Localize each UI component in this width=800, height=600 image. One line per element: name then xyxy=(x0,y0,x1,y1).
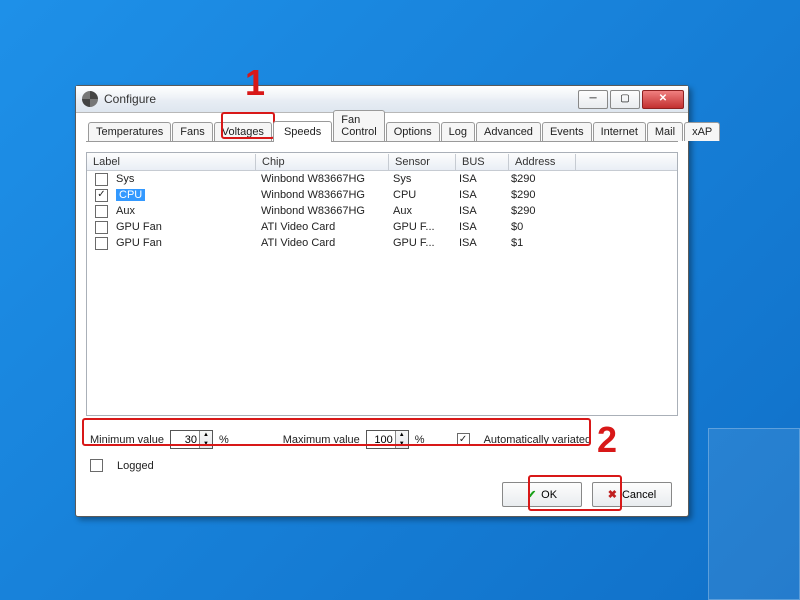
desktop: Configure ─ ▢ ✕ TemperaturesFansVoltages… xyxy=(0,0,800,600)
tab-fans[interactable]: Fans xyxy=(172,122,212,141)
row-address: $290 xyxy=(505,205,571,217)
row-address: $1 xyxy=(505,237,571,249)
row-sensor: GPU F... xyxy=(387,221,453,233)
row-bus: ISA xyxy=(453,237,505,249)
col-sensor[interactable]: Sensor xyxy=(389,154,456,170)
min-value-label: Minimum value xyxy=(90,434,164,446)
logged-label: Logged xyxy=(117,460,154,472)
max-value-spinner[interactable]: ▲▼ xyxy=(366,430,409,449)
row-bus: ISA xyxy=(453,205,505,217)
ok-button[interactable]: ✔ OK xyxy=(502,482,582,507)
row-chip: Winbond W83667HG xyxy=(255,189,387,201)
titlebar[interactable]: Configure ─ ▢ ✕ xyxy=(76,86,688,113)
row-label: CPU xyxy=(116,189,145,201)
tab-fan-control[interactable]: Fan Control xyxy=(333,110,384,141)
window-title: Configure xyxy=(104,92,578,106)
row-label: GPU Fan xyxy=(116,237,162,249)
row-sensor: GPU F... xyxy=(387,237,453,249)
row-chip: Winbond W83667HG xyxy=(255,205,387,217)
tab-advanced[interactable]: Advanced xyxy=(476,122,541,141)
minimize-button[interactable]: ─ xyxy=(578,90,608,109)
row-label: GPU Fan xyxy=(116,221,162,233)
tab-log[interactable]: Log xyxy=(441,122,475,141)
row-checkbox[interactable] xyxy=(95,189,108,202)
min-down-icon[interactable]: ▼ xyxy=(200,440,212,449)
cancel-button[interactable]: ✖ Cancel xyxy=(592,482,672,507)
row-checkbox[interactable] xyxy=(95,205,108,218)
row-bus: ISA xyxy=(453,221,505,233)
table-row[interactable]: GPU Fan ATI Video CardGPU F...ISA$1 xyxy=(87,235,677,251)
tab-mail[interactable]: Mail xyxy=(647,122,683,141)
logged-row: Logged xyxy=(88,459,676,472)
row-bus: ISA xyxy=(453,173,505,185)
logged-checkbox[interactable] xyxy=(90,459,103,472)
min-value-spinner[interactable]: ▲▼ xyxy=(170,430,213,449)
auto-variated-checkbox[interactable] xyxy=(457,433,470,446)
col-address[interactable]: Address xyxy=(509,154,576,170)
maximize-button[interactable]: ▢ xyxy=(610,90,640,109)
tab-options[interactable]: Options xyxy=(386,122,440,141)
row-chip: Winbond W83667HG xyxy=(255,173,387,185)
table-row[interactable]: CPUWinbond W83667HGCPUISA$290 xyxy=(87,187,677,203)
check-icon: ✔ xyxy=(527,488,536,501)
tab-bar: TemperaturesFansVoltagesSpeedsFan Contro… xyxy=(86,119,678,142)
row-chip: ATI Video Card xyxy=(255,221,387,233)
max-up-icon[interactable]: ▲ xyxy=(396,431,408,440)
row-address: $290 xyxy=(505,173,571,185)
annotation-label-2: 2 xyxy=(597,419,617,461)
tab-temperatures[interactable]: Temperatures xyxy=(88,122,171,141)
min-unit: % xyxy=(219,434,229,446)
row-label: Sys xyxy=(116,173,134,185)
col-bus[interactable]: BUS xyxy=(456,154,509,170)
app-icon xyxy=(82,91,98,107)
sensor-table: Label Chip Sensor BUS Address SysWinbond… xyxy=(86,152,678,416)
row-bus: ISA xyxy=(453,189,505,201)
tab-voltages[interactable]: Voltages xyxy=(214,122,272,141)
tab-events[interactable]: Events xyxy=(542,122,592,141)
max-unit: % xyxy=(415,434,425,446)
row-sensor: CPU xyxy=(387,189,453,201)
row-checkbox[interactable] xyxy=(95,237,108,250)
tab-xap[interactable]: xAP xyxy=(684,122,720,141)
col-rest xyxy=(576,160,677,164)
col-label[interactable]: Label xyxy=(87,154,256,170)
row-sensor: Sys xyxy=(387,173,453,185)
row-checkbox[interactable] xyxy=(95,173,108,186)
min-value-input[interactable] xyxy=(171,434,199,446)
table-row[interactable]: GPU Fan ATI Video CardGPU F...ISA$0 xyxy=(87,219,677,235)
tab-internet[interactable]: Internet xyxy=(593,122,646,141)
x-icon: ✖ xyxy=(608,488,617,501)
row-chip: ATI Video Card xyxy=(255,237,387,249)
annotation-label-1: 1 xyxy=(245,62,265,104)
row-label: Aux xyxy=(116,205,135,217)
close-button[interactable]: ✕ xyxy=(642,90,684,109)
cancel-button-label: Cancel xyxy=(622,489,656,501)
value-controls: Minimum value ▲▼ % Maximum value ▲▼ % Au… xyxy=(86,424,678,455)
row-checkbox[interactable] xyxy=(95,221,108,234)
col-chip[interactable]: Chip xyxy=(256,154,389,170)
table-header[interactable]: Label Chip Sensor BUS Address xyxy=(87,153,677,171)
auto-variated-label: Automatically variated xyxy=(484,434,592,446)
max-down-icon[interactable]: ▼ xyxy=(396,440,408,449)
row-sensor: Aux xyxy=(387,205,453,217)
table-row[interactable]: AuxWinbond W83667HGAuxISA$290 xyxy=(87,203,677,219)
max-value-input[interactable] xyxy=(367,434,395,446)
table-row[interactable]: SysWinbond W83667HGSysISA$290 xyxy=(87,171,677,187)
min-up-icon[interactable]: ▲ xyxy=(200,431,212,440)
ok-button-label: OK xyxy=(541,489,557,501)
row-address: $290 xyxy=(505,189,571,201)
row-address: $0 xyxy=(505,221,571,233)
max-value-label: Maximum value xyxy=(283,434,360,446)
tab-speeds[interactable]: Speeds xyxy=(273,121,332,142)
desktop-accent-square xyxy=(708,428,800,600)
